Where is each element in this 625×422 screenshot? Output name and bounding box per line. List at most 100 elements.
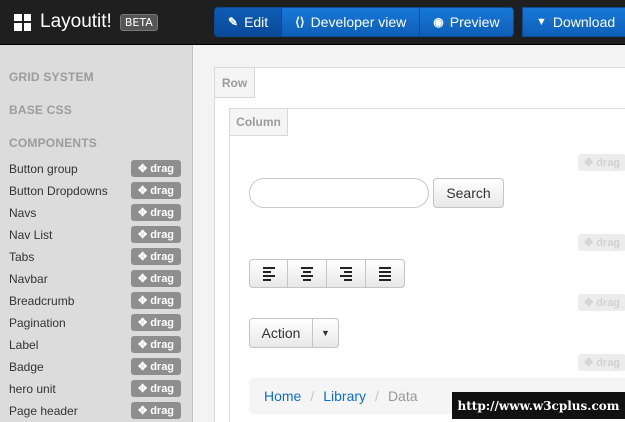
align-right-icon (340, 266, 352, 281)
beta-badge: BETA (119, 13, 158, 31)
eye-icon: ◉ (433, 15, 444, 29)
section-base-css[interactable]: BASE CSS (9, 103, 72, 117)
move-icon: ✥ (583, 157, 594, 169)
breadcrumb-library[interactable]: Library (323, 388, 366, 404)
drag-handle[interactable]: ✥ drag (578, 234, 625, 251)
search-input[interactable] (249, 178, 429, 208)
text-align-button-group (249, 259, 405, 288)
drag-handle[interactable]: ✥ drag (131, 380, 181, 397)
component-item: Page header ✥ drag (9, 401, 181, 420)
move-icon: ✥ (137, 273, 148, 285)
drag-label: drag (150, 162, 175, 175)
drag-handle[interactable]: ✥ drag (131, 402, 181, 419)
drag-handle[interactable]: ✥ drag (131, 336, 181, 353)
component-item: Button Dropdowns ✥ drag (9, 181, 181, 200)
move-icon: ✥ (137, 317, 148, 329)
drag-handle[interactable]: ✥ drag (578, 154, 625, 171)
drag-handle[interactable]: ✥ drag (578, 354, 625, 371)
section-grid-system[interactable]: GRID SYSTEM (9, 70, 94, 84)
download-label: Download (552, 14, 616, 30)
drag-label: drag (150, 250, 175, 263)
align-left-button[interactable] (249, 259, 288, 288)
drag-handle[interactable]: ✥ drag (131, 292, 181, 309)
component-label: Navs (9, 205, 37, 220)
breadcrumb-separator: / (375, 388, 379, 404)
brand[interactable]: Layoutit! BETA (14, 10, 158, 34)
top-navbar: Layoutit! BETA ✎ Edit ⟨⟩ Developer view … (0, 0, 625, 45)
breadcrumb-current: Data (387, 388, 418, 404)
move-icon: ✥ (583, 357, 594, 369)
dropdown-toggle[interactable]: ▼ (313, 318, 339, 348)
section-components[interactable]: COMPONENTS (9, 136, 97, 150)
edit-label: Edit (244, 14, 269, 30)
move-icon: ✥ (137, 383, 148, 395)
caret-down-icon: ▼ (321, 328, 330, 338)
drag-handle[interactable]: ✥ drag (131, 226, 181, 243)
component-label: Breadcrumb (9, 293, 75, 308)
move-icon: ✥ (137, 207, 148, 219)
move-icon: ✥ (583, 297, 594, 309)
drag-handle[interactable]: ✥ drag (131, 314, 181, 331)
drag-label: drag (150, 294, 175, 307)
component-item: Nav List ✥ drag (9, 225, 181, 244)
component-item: Navbar ✥ drag (9, 269, 181, 288)
drag-label: drag (150, 316, 175, 329)
component-label: Nav List (9, 227, 53, 242)
developer-view-button[interactable]: ⟨⟩ Developer view (282, 7, 421, 37)
component-item: Breadcrumb ✥ drag (9, 291, 181, 310)
drag-label: drag (596, 356, 621, 369)
drag-label: drag (150, 404, 175, 417)
drag-handle[interactable]: ✥ drag (131, 204, 181, 221)
row-tab[interactable]: Row (214, 67, 255, 98)
edit-button[interactable]: ✎ Edit (214, 7, 283, 37)
drag-handle[interactable]: ✥ drag (131, 358, 181, 375)
align-center-button[interactable] (288, 259, 327, 288)
component-item: Button group ✥ drag (9, 159, 181, 178)
code-icon: ⟨⟩ (295, 15, 305, 29)
align-right-button[interactable] (327, 259, 366, 288)
column-tab[interactable]: Column (229, 108, 288, 136)
align-justify-button[interactable] (366, 259, 405, 288)
breadcrumb-home[interactable]: Home (264, 388, 301, 404)
align-center-icon (301, 266, 313, 281)
watermark: http://www.w3cplus.com (452, 392, 625, 419)
component-label: hero unit (9, 381, 56, 396)
drag-label: drag (150, 382, 175, 395)
drag-label: drag (150, 272, 175, 285)
drag-label: drag (150, 360, 175, 373)
drag-handle[interactable]: ✥ drag (131, 248, 181, 265)
move-icon: ✥ (137, 295, 148, 307)
search-button[interactable]: Search (433, 178, 504, 208)
drag-label: drag (596, 296, 621, 309)
drag-handle[interactable]: ✥ drag (131, 160, 181, 177)
drag-label: drag (150, 184, 175, 197)
component-label: Tabs (9, 249, 35, 264)
component-label: Badge (9, 359, 44, 374)
component-item: Tabs ✥ drag (9, 247, 181, 266)
component-label: Pagination (9, 315, 66, 330)
edit-icon: ✎ (228, 15, 239, 29)
move-icon: ✥ (137, 185, 148, 197)
component-label: Label (9, 337, 39, 352)
preview-label: Preview (449, 14, 500, 30)
preview-button[interactable]: ◉ Preview (420, 7, 514, 37)
component-label: Button group (9, 161, 78, 176)
drag-handle[interactable]: ✥ drag (578, 294, 625, 311)
move-icon: ✥ (137, 163, 148, 175)
component-item: hero unit ✥ drag (9, 379, 181, 398)
component-label: Page header (9, 403, 78, 418)
drag-handle[interactable]: ✥ drag (131, 270, 181, 287)
download-button[interactable]: ▼ Download (522, 7, 625, 37)
mode-button-group: ✎ Edit ⟨⟩ Developer view ◉ Preview (214, 7, 514, 37)
action-button[interactable]: Action (249, 318, 313, 348)
component-item: Navs ✥ drag (9, 203, 181, 222)
component-item: Pagination ✥ drag (9, 313, 181, 332)
layout-grid-icon (14, 13, 31, 31)
component-item: Label ✥ drag (9, 335, 181, 354)
component-label: Navbar (9, 271, 48, 286)
move-icon: ✥ (583, 237, 594, 249)
move-icon: ✥ (137, 229, 148, 241)
align-justify-icon (379, 266, 391, 281)
drag-handle[interactable]: ✥ drag (131, 182, 181, 199)
drag-label: drag (596, 156, 621, 169)
